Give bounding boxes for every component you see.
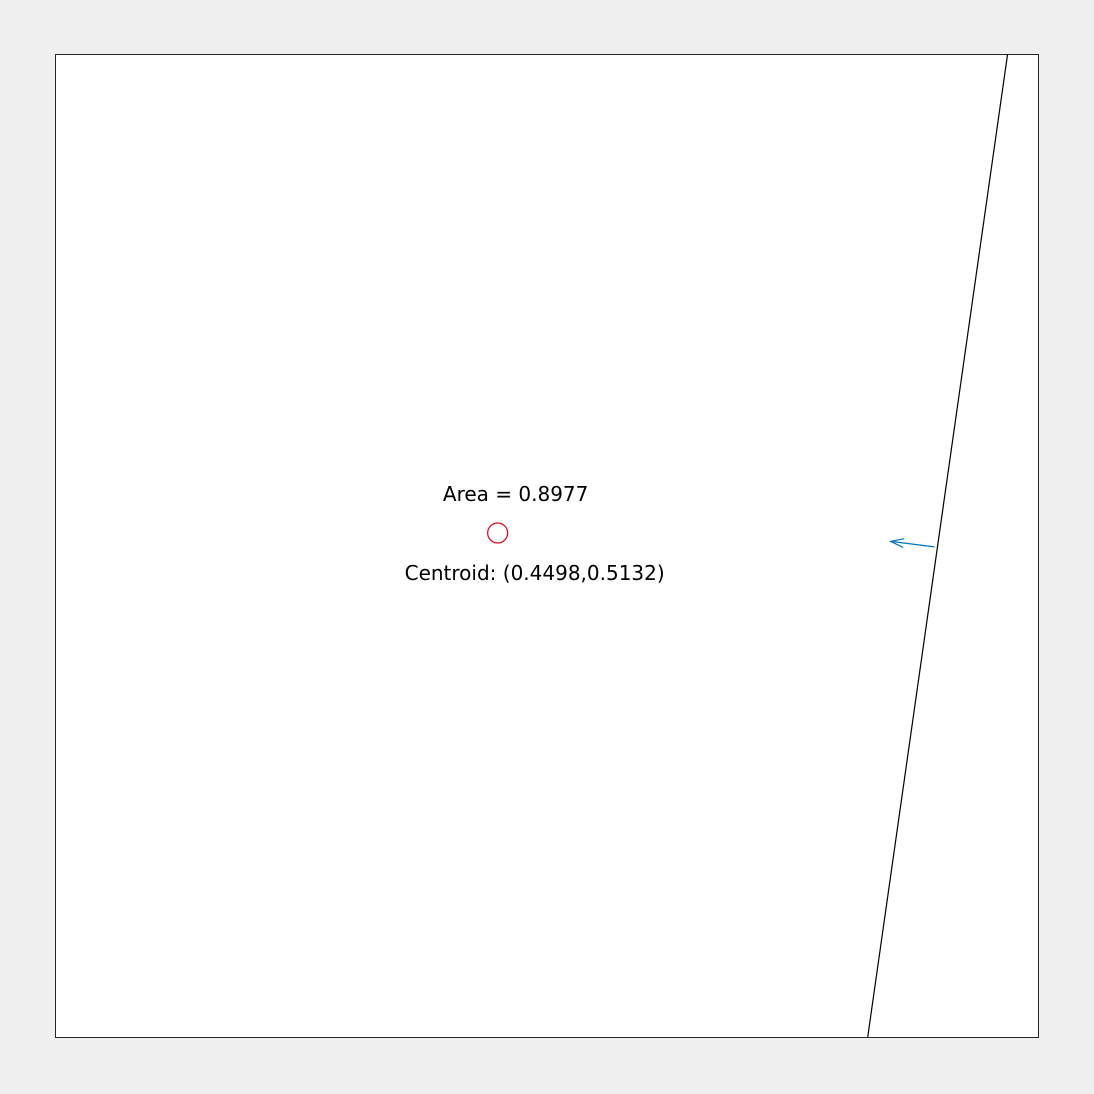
figure-canvas: Area = 0.8977 Centroid: (0.4498,0.5132) — [55, 54, 1039, 1038]
area-label: Area = 0.8977 — [443, 482, 588, 506]
axes-box — [55, 54, 1039, 1038]
centroid-label: Centroid: (0.4498,0.5132) — [405, 561, 665, 585]
